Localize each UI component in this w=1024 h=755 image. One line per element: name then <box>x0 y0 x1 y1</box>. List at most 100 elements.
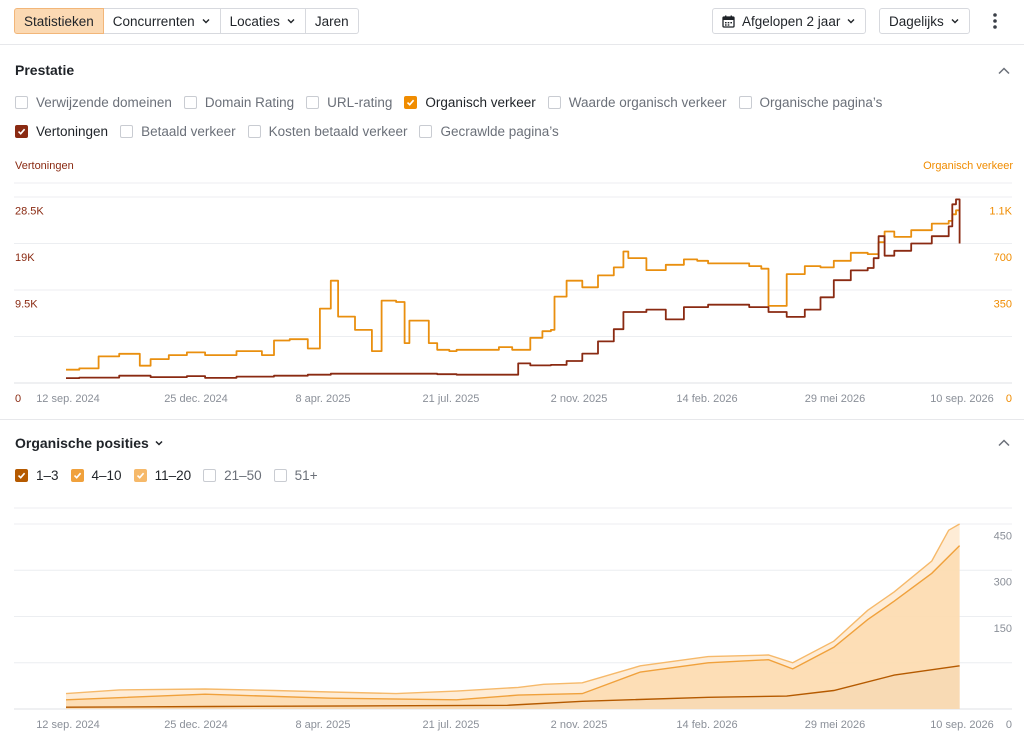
left-axis-title: Vertoningen <box>15 160 74 172</box>
checkbox-checked-icon <box>70 469 84 482</box>
divider <box>0 44 1024 45</box>
left-axis-tick: 9.5K <box>15 299 38 311</box>
checkbox-icon <box>203 469 217 482</box>
metric-organisch-verkeer[interactable]: Organisch verkeer <box>404 95 536 110</box>
position-bucket-toggles: 1–3 4–10 11–20 21–50 51+ <box>15 468 330 483</box>
checkbox-checked-icon <box>404 96 418 109</box>
checkbox-checked-icon <box>133 469 147 482</box>
bucket-1-3[interactable]: 1–3 <box>15 468 59 483</box>
chevron-down-icon <box>951 19 959 24</box>
tab-label: Statistieken <box>24 13 94 29</box>
x-axis-tick: 14 feb. 2026 <box>676 719 737 731</box>
right-axis-title: Organisch verkeer <box>923 160 1013 172</box>
checkbox-icon <box>273 469 287 482</box>
metric-domain-rating[interactable]: Domain Rating <box>183 95 295 110</box>
performance-title: Prestatie <box>15 62 75 78</box>
tab-locaties[interactable]: Locaties <box>220 8 306 34</box>
checkbox-icon <box>547 96 561 109</box>
chevron-down-icon <box>155 440 163 446</box>
period-label: Afgelopen 2 jaar <box>742 13 841 29</box>
checkbox-icon <box>419 125 433 138</box>
x-axis-tick: 29 mei 2026 <box>805 393 866 405</box>
x-axis-tick: 10 sep. 2026 <box>930 719 994 731</box>
x-axis-tick: 12 sep. 2024 <box>36 393 100 405</box>
tab-label: Concurrenten <box>112 13 195 29</box>
metric-waarde-organisch-verkeer[interactable]: Waarde organisch verkeer <box>547 95 727 110</box>
metric-kosten-betaald-verkeer[interactable]: Kosten betaald verkeer <box>247 124 408 139</box>
right-axis-tick: 0 <box>1006 393 1012 405</box>
toolbar: Statistieken Concurrenten Locaties Jaren… <box>0 0 1024 44</box>
checkbox-label: Waarde organisch verkeer <box>568 95 727 110</box>
x-axis-tick: 8 apr. 2025 <box>295 719 350 731</box>
x-axis-tick: 21 jul. 2025 <box>423 719 480 731</box>
x-axis-tick: 21 jul. 2025 <box>423 393 480 405</box>
checkbox-icon <box>183 96 197 109</box>
positions-title-dropdown[interactable]: Organische posities <box>15 435 164 451</box>
checkbox-checked-icon <box>15 125 28 138</box>
checkbox-icon <box>306 96 320 109</box>
checkbox-label: Organisch verkeer <box>425 95 536 110</box>
period-dropdown[interactable]: Afgelopen 2 jaar <box>712 8 867 34</box>
metric-url-rating[interactable]: URL-rating <box>306 95 392 110</box>
tab-label: Locaties <box>229 13 280 29</box>
tab-statistieken[interactable]: Statistieken <box>14 8 104 34</box>
y-axis-tick: 150 <box>994 623 1012 635</box>
tab-jaren[interactable]: Jaren <box>305 8 359 34</box>
checkbox-label: Verwijzende domeinen <box>36 95 172 110</box>
x-axis-tick: 10 sep. 2026 <box>930 393 994 405</box>
y-axis-tick: 300 <box>994 577 1012 589</box>
checkbox-label: 4–10 <box>91 468 122 483</box>
right-axis-tick: 1.1K <box>989 206 1012 218</box>
tab-label: Jaren <box>314 13 349 29</box>
right-axis-tick: 350 <box>994 299 1012 311</box>
checkbox-label: Domain Rating <box>204 95 295 110</box>
x-axis-tick: 25 dec. 2024 <box>164 719 228 731</box>
y-axis-tick: 450 <box>994 530 1012 542</box>
checkbox-icon <box>15 96 28 109</box>
checkbox-checked-icon <box>15 469 28 482</box>
checkbox-label: Organische pagina’s <box>759 95 883 110</box>
checkbox-label: Vertoningen <box>36 124 109 139</box>
x-axis-tick: 29 mei 2026 <box>805 719 866 731</box>
checkbox-icon <box>247 125 261 138</box>
checkbox-icon <box>738 96 752 109</box>
chevron-up-icon[interactable] <box>997 436 1011 450</box>
checkbox-label: 21–50 <box>224 468 262 483</box>
x-axis-tick: 2 nov. 2025 <box>551 393 608 405</box>
chevron-down-icon <box>287 19 295 24</box>
metric-verwijzende-domeinen[interactable]: Verwijzende domeinen <box>15 95 172 110</box>
bucket-11-20[interactable]: 11–20 <box>133 468 192 483</box>
performance-chart: 009.5K35019K70028.5K1.1K38K1.4K12 sep. 2… <box>14 182 1013 405</box>
bucket-51[interactable]: 51+ <box>273 468 318 483</box>
metric-gecrawlde-pagina-s[interactable]: Gecrawlde pagina’s <box>419 124 559 139</box>
metric-organische-pagina-s[interactable]: Organische pagina’s <box>738 95 883 110</box>
x-axis-tick: 12 sep. 2024 <box>36 719 100 731</box>
checkbox-label: Betaald verkeer <box>141 124 236 139</box>
positions-title: Organische posities <box>15 435 149 451</box>
metric-vertoningen[interactable]: Vertoningen <box>15 124 108 139</box>
left-axis-tick: 0 <box>15 393 21 405</box>
checkbox-label: 11–20 <box>154 468 192 483</box>
checkbox-label: 1–3 <box>36 468 59 483</box>
tab-concurrenten[interactable]: Concurrenten <box>103 8 221 34</box>
checkbox-label: 51+ <box>294 468 318 483</box>
chevron-up-icon[interactable] <box>997 64 1011 78</box>
left-axis-tick: 19K <box>15 252 35 264</box>
left-axis-tick: 28.5K <box>15 206 44 218</box>
metric-betaald-verkeer[interactable]: Betaald verkeer <box>120 124 236 139</box>
checkbox-label: Kosten betaald verkeer <box>268 124 408 139</box>
interval-dropdown[interactable]: Dagelijks <box>879 8 970 34</box>
x-axis-tick: 2 nov. 2025 <box>551 719 608 731</box>
interval-label: Dagelijks <box>889 13 944 29</box>
bucket-21-50[interactable]: 21–50 <box>203 468 262 483</box>
chevron-down-icon <box>202 19 210 24</box>
kebab-menu-icon[interactable] <box>987 10 1003 32</box>
checkbox-label: URL-rating <box>327 95 393 110</box>
right-axis-tick: 700 <box>994 252 1012 264</box>
bucket-4-10[interactable]: 4–10 <box>70 468 122 483</box>
divider <box>0 419 1024 420</box>
calendar-icon <box>722 15 735 28</box>
x-axis-tick: 8 apr. 2025 <box>295 393 350 405</box>
series-line-vertoningen <box>66 198 961 379</box>
y-axis-tick: 0 <box>1006 719 1012 731</box>
